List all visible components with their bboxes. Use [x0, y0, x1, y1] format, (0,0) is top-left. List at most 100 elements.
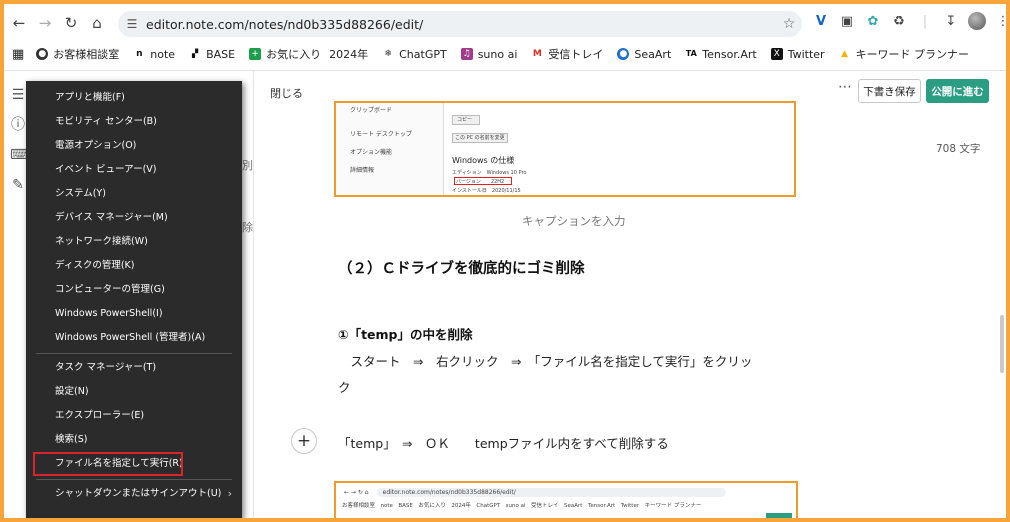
rename-button-label: この PC の名前を変更	[455, 135, 505, 141]
copy-button: コピー	[452, 115, 480, 125]
ads-icon: ▲	[841, 49, 849, 59]
menu-item-apps[interactable]: アプリと機能(F)	[26, 87, 242, 109]
mini-bookmarks: お客様相談室 note BASE お気に入り 2024年 ChatGPT sun…	[342, 503, 702, 509]
bookmark-1[interactable]: n note	[133, 48, 175, 61]
menu-item-mobility[interactable]: モビリティ センター(B)	[26, 111, 242, 133]
settings-item: リモート デスクトップ	[350, 131, 412, 138]
bookmark-7[interactable]: M 受信トレイ	[531, 46, 603, 62]
home-icon[interactable]: ⌂	[84, 10, 110, 36]
menu-item-shutdown[interactable]: シャットダウンまたはサインアウト(U) ›	[26, 483, 242, 505]
publish-button[interactable]: 公開に進む	[926, 79, 989, 103]
menu-item-network[interactable]: ネットワーク接続(W)	[26, 231, 242, 253]
scrollbar-thumb[interactable]	[1000, 315, 1004, 373]
save-draft-button[interactable]: 下書き保存	[858, 79, 921, 103]
tensorart-icon: TA	[685, 49, 697, 58]
rename-pc-button: この PC の名前を変更	[452, 133, 508, 143]
address-bar[interactable]: ☰ editor.note.com/notes/nd0b335d88266/ed…	[118, 11, 802, 37]
back-icon[interactable]: ←	[6, 10, 32, 36]
bookmark-5[interactable]: ❄ ChatGPT	[382, 48, 446, 61]
bookmark-0[interactable]: ● お客様相談室	[36, 46, 119, 62]
menu-item-run[interactable]: ファイル名を指定して実行(R)	[33, 452, 183, 476]
pen-icon[interactable]: ✎	[10, 177, 26, 193]
browser-toolbar: ← → ↻ ⌂ ☰ editor.note.com/notes/nd0b335d…	[4, 4, 1006, 42]
bookmark-11[interactable]: ▲ キーワード プランナー	[839, 46, 970, 62]
menu-separator	[36, 479, 232, 480]
bookmark-6[interactable]: ♫ suno ai	[460, 47, 518, 61]
bookmark-label: suno ai	[477, 47, 518, 61]
suno-icon: ♫	[460, 48, 473, 60]
extensions-puzzle-icon[interactable]: ♻	[888, 10, 910, 32]
embedded-screenshot-settings[interactable]: クリップボード リモート デスクトップ オプション機能 詳細情報 コピー この …	[334, 101, 796, 197]
caption-placeholder[interactable]: キャプションを入力	[522, 213, 626, 229]
close-link[interactable]: 閉じる	[270, 85, 303, 101]
help-icon[interactable]: ⓘ	[10, 117, 26, 133]
browser-window: ← → ↻ ⌂ ☰ editor.note.com/notes/nd0b335d…	[4, 4, 1006, 518]
chatgpt-icon: ❄	[384, 49, 392, 59]
menu-item-search[interactable]: 検索(S)	[26, 429, 242, 451]
menu-item-device-manager[interactable]: デバイス マネージャー(M)	[26, 207, 242, 229]
apps-grid-icon[interactable]: ▦	[12, 47, 24, 62]
chevron-right-icon: ›	[227, 487, 232, 500]
hamburger-icon[interactable]: ☰	[10, 87, 26, 103]
bookmark-2[interactable]: ▞ BASE	[189, 48, 235, 61]
copy-button-label: コピー	[457, 117, 473, 123]
bookmark-3[interactable]: + お気に入り	[249, 46, 321, 62]
menu-kebab-icon[interactable]: ⋮	[992, 10, 1007, 32]
gmail-icon: M	[532, 49, 542, 59]
bookmark-label: Twitter	[787, 47, 825, 61]
note-icon: n	[136, 49, 143, 59]
bookmark-8[interactable]: ● SeaArt	[617, 48, 671, 61]
mini-nav-icons: ← → ↻ ⌂	[344, 488, 369, 496]
bookmarks-bar: ▦ ● お客様相談室 n note ▞ BASE + お気に入り 2024年 ❄ Chat…	[4, 42, 1006, 66]
settings-item: クリップボード	[350, 107, 393, 114]
more-options-icon[interactable]: ⋯	[838, 79, 853, 95]
site-info-icon[interactable]: ☰	[118, 17, 146, 31]
add-block-button[interactable]: +	[291, 428, 317, 454]
seaart-icon: ●	[617, 48, 630, 60]
menu-item-computer-management[interactable]: コンピューターの管理(G)	[26, 279, 242, 301]
paragraph-line[interactable]: ク	[338, 377, 351, 396]
reload-icon[interactable]: ↻	[58, 10, 84, 36]
menu-item-power[interactable]: 電源オプション(O)	[26, 135, 242, 157]
paragraph[interactable]: 「temp」 ⇒ ＯＫ tempファイル内をすべて削除する	[338, 433, 669, 452]
avatar[interactable]	[966, 10, 988, 32]
bookmark-label: BASE	[206, 47, 236, 61]
mini-url: editor.note.com/notes/nd0b335d88266/edit…	[376, 487, 726, 497]
bookmark-4[interactable]: 2024年	[329, 46, 368, 62]
bookmark-9[interactable]: TA Tensor.Art	[685, 48, 757, 61]
menu-item-settings[interactable]: 設定(N)	[26, 381, 242, 403]
dolphin-extension-icon[interactable]: ✿	[862, 10, 884, 32]
settings-item: オプション機能	[350, 149, 393, 156]
menu-item-powershell[interactable]: Windows PowerShell(I)	[26, 303, 242, 325]
menu-item-task-manager[interactable]: タスク マネージャー(T)	[26, 357, 242, 379]
image-extension-icon[interactable]: ▣	[836, 10, 858, 32]
forward-icon[interactable]: →	[32, 10, 58, 36]
menu-item-disk[interactable]: ディスクの管理(K)	[26, 255, 242, 277]
section-heading[interactable]: （２）Ｃドライブを徹底的にゴミ削除	[338, 257, 585, 278]
bookmark-10[interactable]: X Twitter	[770, 47, 825, 61]
sub-heading[interactable]: ①「temp」の中を削除	[338, 324, 473, 343]
bookmark-label: キーワード プランナー	[855, 48, 970, 61]
spec-row: エディション Windows 10 Pro	[452, 170, 527, 176]
version-highlight-box	[454, 177, 512, 185]
download-icon[interactable]: ↧	[940, 10, 962, 32]
winx-context-menu: アプリと機能(F) モビリティ センター(B) 電源オプション(O) イベント …	[26, 81, 242, 518]
keyboard-icon[interactable]: ⌨	[10, 147, 30, 163]
menu-item-powershell-admin[interactable]: Windows PowerShell (管理者)(A)	[26, 327, 242, 349]
paragraph-line[interactable]: スタート ⇒ 右クリック ⇒ 「ファイル名を指定して実行」をクリッ	[338, 351, 753, 370]
menu-separator	[36, 353, 232, 354]
bookmark-label: 受信トレイ	[548, 48, 604, 61]
url-text[interactable]: editor.note.com/notes/nd0b335d88266/edit…	[146, 17, 776, 32]
bookmark-star-icon[interactable]: ☆	[776, 16, 802, 32]
favorites-icon: +	[249, 48, 262, 60]
menu-item-explorer[interactable]: エクスプローラー(E)	[26, 405, 242, 427]
vivaldi-extension-icon[interactable]: V	[810, 10, 832, 32]
character-count: 708 文字	[936, 143, 981, 155]
menu-item-system[interactable]: システム(Y)	[26, 183, 242, 205]
note-editor-page: ☰ ⓘ ⌨ ✎ 別 除 閉じる ⋯ 下書き保存 公開に進む 708 文字 クリッ…	[4, 70, 1006, 518]
settings-item: 詳細情報	[350, 167, 375, 174]
menu-item-event-viewer[interactable]: イベント ビューアー(V)	[26, 159, 242, 181]
bookmark-label: SeaArt	[634, 47, 672, 61]
embedded-screenshot-browser[interactable]: ← → ↻ ⌂ editor.note.com/notes/nd0b335d882…	[334, 481, 798, 518]
side-text-fragment: 別	[242, 159, 253, 172]
